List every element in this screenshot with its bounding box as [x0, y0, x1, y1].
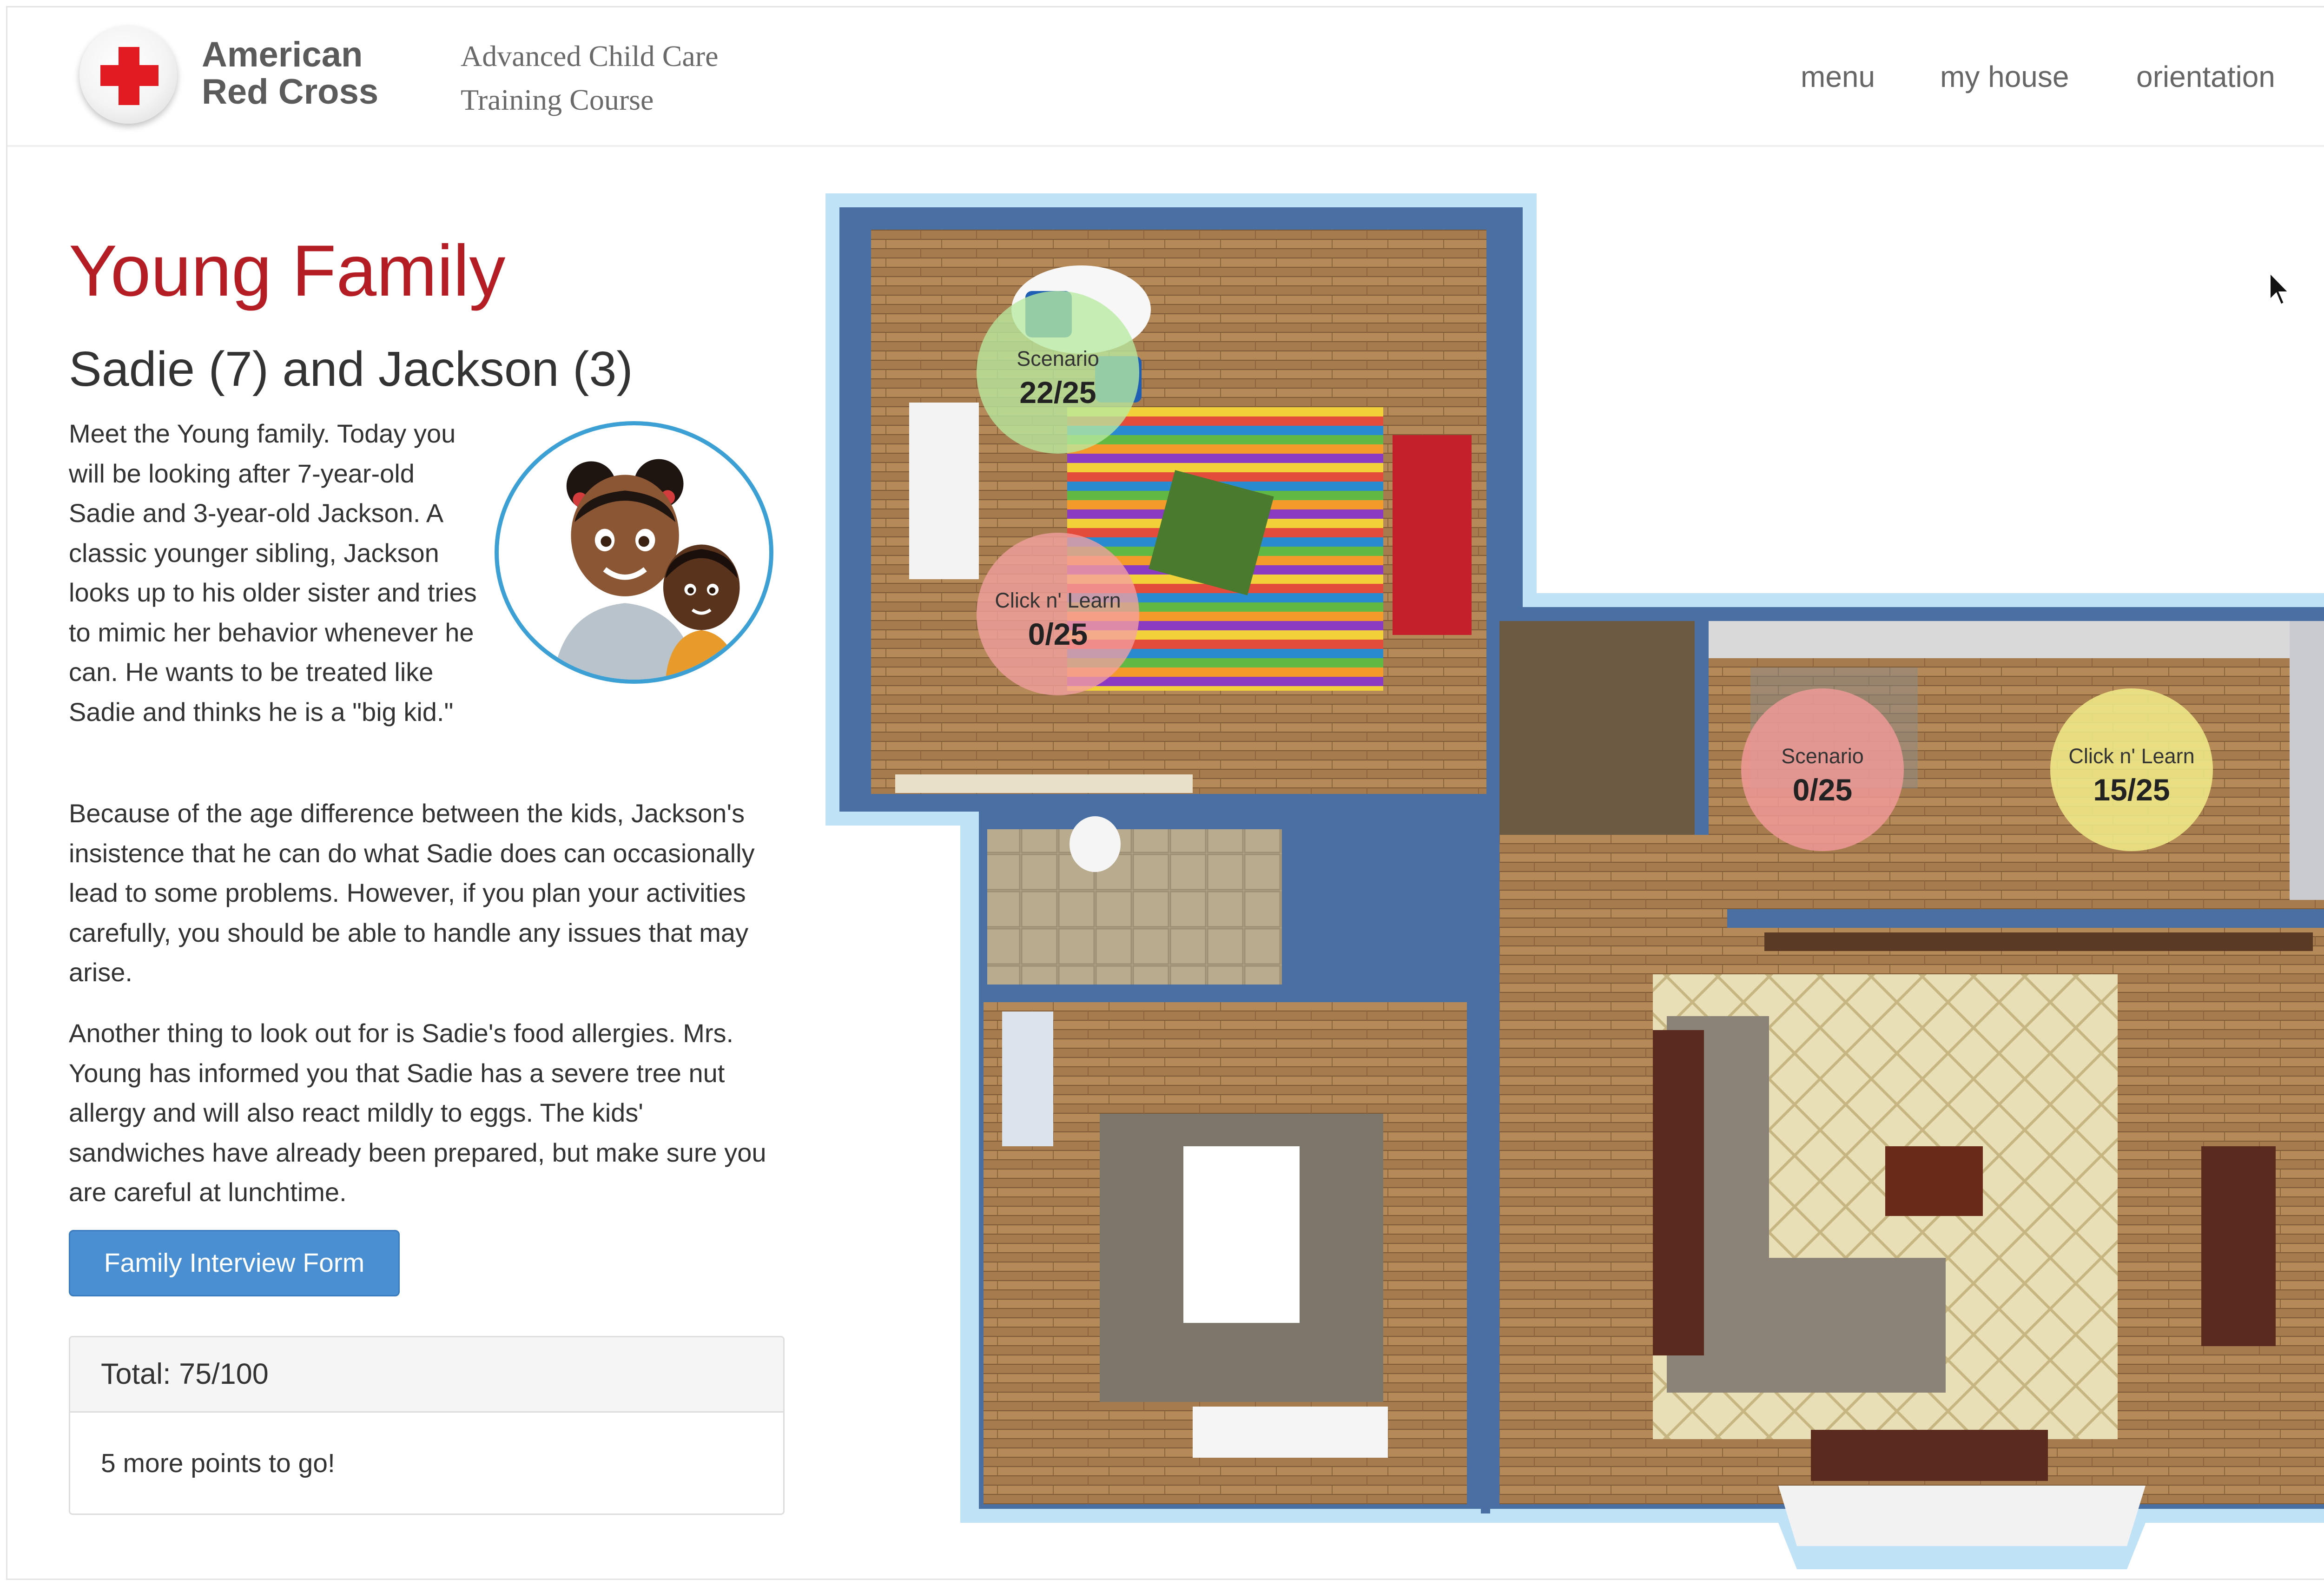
hotspot-label: Click n' Learn	[995, 588, 1121, 612]
course-line-1: Advanced Child Care	[461, 40, 719, 73]
nav-menu[interactable]: menu	[1801, 59, 1875, 94]
page-title: Young Family	[69, 231, 506, 311]
score-remaining: 5 more points to go!	[101, 1448, 335, 1478]
score-total: Total: 75/100	[70, 1337, 783, 1413]
hotspot-label: Scenario	[1017, 347, 1099, 370]
course-title: Advanced Child Care Training Course	[461, 34, 719, 122]
score-panel: Total: 75/100 5 more points to go!	[69, 1336, 785, 1515]
red-cross-logo-icon[interactable]	[79, 26, 177, 124]
hotspot-bedroom-scenario[interactable]: Scenario 22/25	[977, 291, 1139, 454]
family-subtitle: Sadie (7) and Jackson (3)	[69, 342, 633, 396]
brand-line-1: American	[202, 35, 363, 74]
allergy-paragraph: Another thing to look out for is Sadie's…	[69, 1018, 766, 1207]
hotspot-label: Click n' Learn	[2068, 744, 2195, 768]
hotspot-value: 22/25	[1019, 375, 1096, 410]
app-frame: American Red Cross Advanced Child Care T…	[6, 6, 2324, 1580]
hotspot-value: 0/25	[1028, 617, 1088, 651]
hotspot-kitchen-click-n-learn[interactable]: Click n' Learn 15/25	[2050, 688, 2213, 851]
hotspot-value: 15/25	[2093, 773, 2170, 807]
family-avatar	[495, 421, 773, 684]
family-interview-form-button[interactable]: Family Interview Form	[69, 1230, 400, 1296]
hotspot-label: Scenario	[1781, 744, 1864, 768]
nav-orientation[interactable]: orientation	[2136, 59, 2275, 94]
brand-name[interactable]: American Red Cross	[202, 36, 378, 111]
hotspot-kitchen-scenario[interactable]: Scenario 0/25	[1741, 688, 1904, 851]
house-floor-plan: Scenario 22/25 Click n' Learn 0/25 Scena…	[798, 184, 2324, 1569]
brand-line-2: Red Cross	[202, 72, 379, 112]
nav-my-house[interactable]: my house	[1940, 59, 2069, 94]
hotspot-value: 0/25	[1792, 773, 1853, 807]
hotspot-bedroom-click-n-learn[interactable]: Click n' Learn 0/25	[977, 533, 1139, 695]
site-header: American Red Cross Advanced Child Care T…	[7, 7, 2324, 147]
age-difference-paragraph: Because of the age difference between th…	[69, 799, 755, 987]
course-line-2: Training Course	[461, 83, 654, 116]
intro-text: Meet the Young family. Today you will be…	[69, 419, 477, 727]
